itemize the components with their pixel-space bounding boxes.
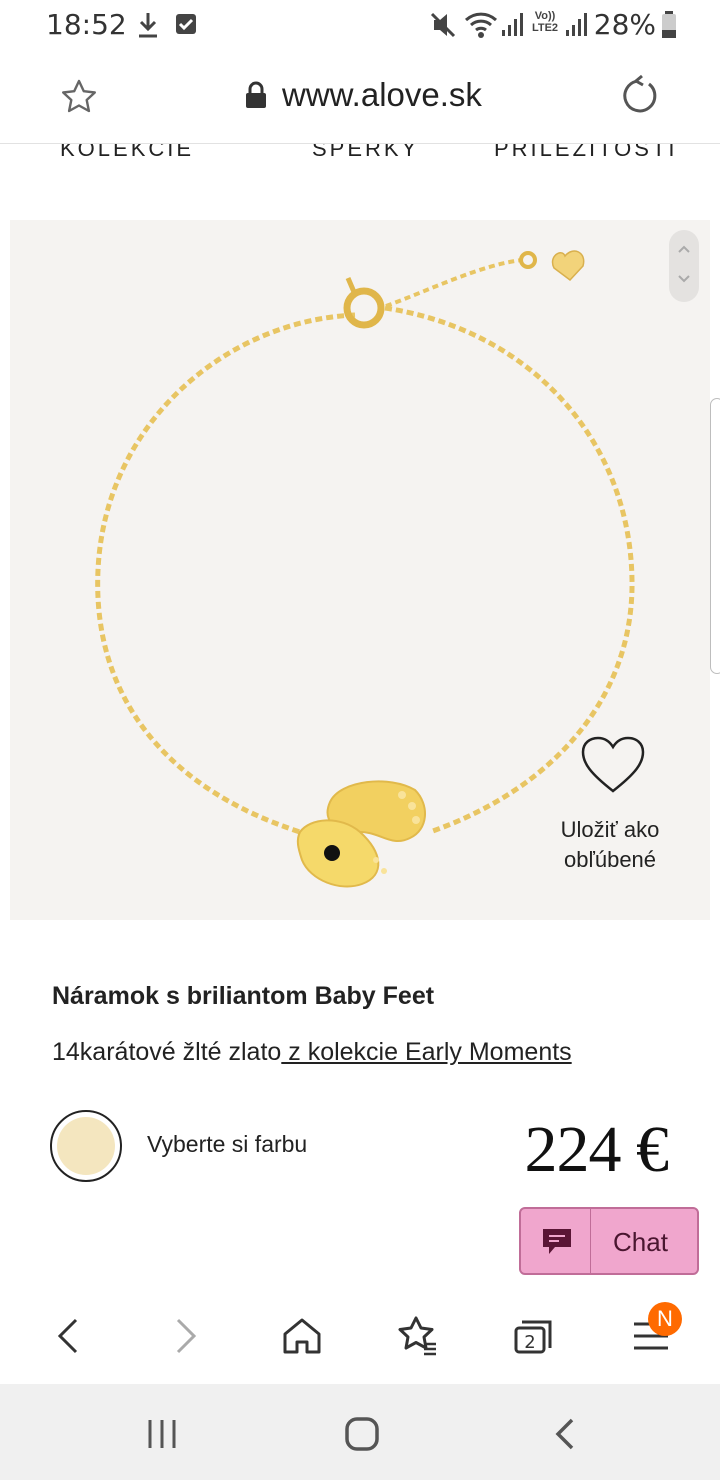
color-swatch-fill [57, 1117, 115, 1175]
tabs-icon[interactable]: 2 [512, 1314, 556, 1363]
checkbox-icon [174, 10, 198, 45]
home-icon[interactable] [280, 1314, 324, 1363]
url-text[interactable]: www.alove.sk [282, 76, 482, 114]
page-scrollbar[interactable] [710, 398, 720, 674]
forward-icon[interactable] [166, 1314, 206, 1363]
signal-icon [564, 10, 588, 45]
nav-item-prilezitosti[interactable]: PRÍLEŽITOSTI [494, 144, 678, 162]
volte-icon: Vo)) LTE2 [531, 10, 559, 34]
status-time: 18:52 [46, 8, 127, 41]
product-subtitle: 14karátové žlté zlato z kolekcie Early M… [52, 1038, 572, 1067]
browser-toolbar: 2 [0, 1296, 720, 1384]
android-nav-bar [0, 1384, 720, 1480]
collection-link[interactable]: z kolekcie Early Moments [281, 1038, 571, 1066]
chat-bubble-icon [541, 1227, 573, 1262]
recents-icon[interactable] [142, 1416, 182, 1457]
wifi-icon [464, 10, 498, 45]
color-swatch[interactable] [50, 1110, 122, 1182]
favorite-heart-icon[interactable] [580, 735, 646, 800]
nav-item-kolekcie[interactable]: KOLEKCIE [60, 144, 194, 162]
url-bar[interactable]: www.alove.sk [0, 50, 720, 144]
menu-badge: N [648, 1302, 682, 1336]
tabs-count: 2 [524, 1332, 535, 1353]
battery-percentage: 28% [593, 8, 656, 41]
product-price: 224 € [524, 1113, 669, 1186]
chat-icon-box [521, 1209, 591, 1273]
site-nav: KOLEKCIE ŠPERKY PRÍLEŽITOSTI [0, 144, 720, 174]
home-icon[interactable] [344, 1416, 382, 1457]
download-icon [136, 10, 160, 45]
product-material: 14karátové žlté zlato [52, 1038, 282, 1066]
product-title: Náramok s briliantom Baby Feet [52, 982, 435, 1010]
gallery-scroll-control[interactable] [669, 230, 699, 302]
chat-label: Chat [613, 1227, 668, 1257]
chat-button[interactable]: Chat [519, 1207, 699, 1275]
bookmarks-icon[interactable] [396, 1314, 440, 1363]
reload-icon[interactable] [618, 74, 662, 123]
back-icon[interactable] [548, 1416, 582, 1457]
status-bar: 18:52 Vo)) LTE2 28% [0, 0, 720, 50]
mute-icon [430, 10, 456, 45]
signal-icon [500, 10, 524, 45]
battery-icon [660, 10, 678, 45]
product-image[interactable]: Uložiť ako obľúbené [10, 220, 710, 920]
back-icon[interactable] [50, 1314, 90, 1363]
lock-icon [243, 80, 269, 115]
favorite-label[interactable]: Uložiť ako obľúbené [550, 815, 670, 875]
bookmark-star-icon[interactable] [60, 78, 98, 121]
nav-item-sperky[interactable]: ŠPERKY [312, 144, 419, 162]
color-label[interactable]: Vyberte si farbu [147, 1131, 307, 1158]
